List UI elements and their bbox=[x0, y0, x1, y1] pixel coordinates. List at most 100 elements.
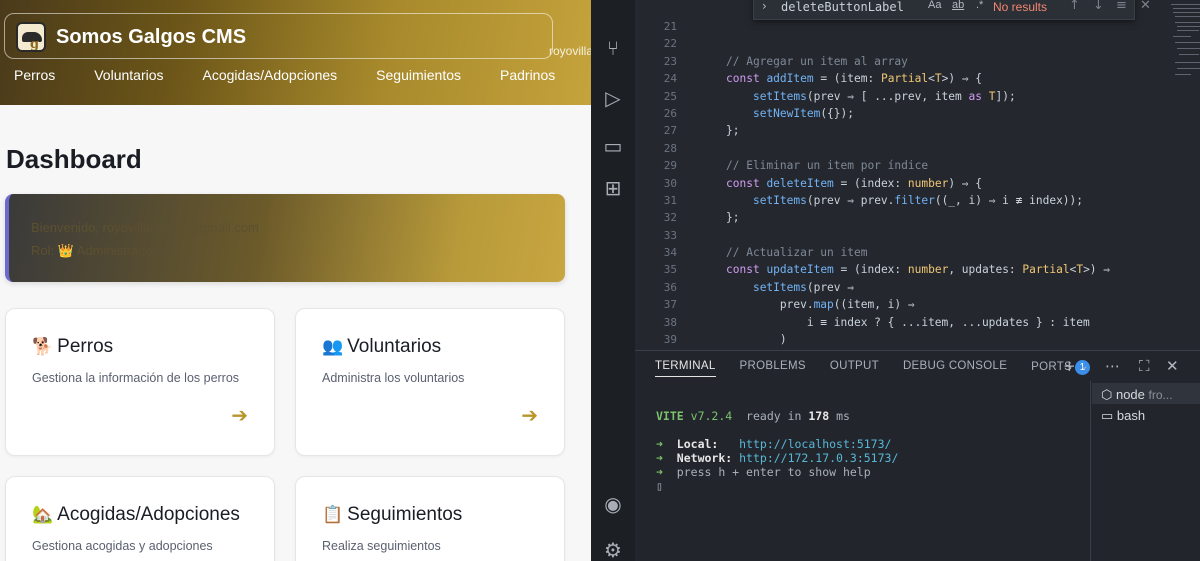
card-description: Gestiona acogidas y adopciones bbox=[32, 539, 213, 553]
welcome-greeting: Bienvenido, royovillanova.r@gmail.com bbox=[31, 220, 259, 235]
regex-toggle[interactable]: .* bbox=[976, 0, 983, 11]
network-label: Network: bbox=[676, 451, 733, 465]
more-actions-icon[interactable]: ⋯ bbox=[1105, 357, 1120, 375]
card-title-text: Acogidas/Adopciones bbox=[57, 504, 240, 525]
nav-seguimientos[interactable]: Seguimientos bbox=[376, 67, 461, 83]
line-number: 37 bbox=[663, 298, 677, 312]
code-line: }; bbox=[726, 211, 740, 225]
next-match-icon[interactable]: ↓ bbox=[1093, 0, 1104, 13]
arrow-right-icon[interactable]: ➔ bbox=[521, 403, 538, 427]
code-line: const updateItem = (index: number, updat… bbox=[726, 263, 1111, 277]
tab-output[interactable]: OUTPUT bbox=[830, 360, 879, 377]
line-number: 33 bbox=[663, 228, 677, 242]
close-panel-icon[interactable]: ✕ bbox=[1166, 357, 1179, 375]
code-lines: // Agregar un item al array const addIte… bbox=[726, 18, 1110, 350]
brand-title[interactable]: Somos Galgos CMS bbox=[56, 26, 246, 49]
ready-text: ready in bbox=[746, 409, 802, 423]
card-title: 📋 Seguimientos bbox=[322, 504, 462, 526]
minimap[interactable] bbox=[1171, 0, 1200, 80]
terminal-item-node[interactable]: ⬡ node fro... bbox=[1101, 387, 1173, 403]
bottom-panel: TERMINAL PROBLEMS OUTPUT DEBUG CONSOLE P… bbox=[635, 350, 1200, 561]
source-control-icon[interactable]: ⑂ bbox=[601, 36, 625, 60]
tab-problems[interactable]: PROBLEMS bbox=[740, 360, 806, 377]
line-number: 23 bbox=[663, 54, 677, 68]
code-line: ) bbox=[726, 333, 787, 347]
terminal-list: ⬡ node fro... ▭ bash bbox=[1090, 381, 1200, 561]
ready-ms: 178 bbox=[808, 409, 830, 423]
find-widget[interactable]: › deleteButtonLabel Aa ab .* No results … bbox=[753, 0, 1151, 20]
terminal-item-label: bash bbox=[1116, 408, 1146, 423]
terminal-item-label: node bbox=[1115, 387, 1145, 402]
toggle-replace-icon[interactable]: › bbox=[762, 0, 767, 13]
line-number: 31 bbox=[663, 193, 677, 207]
terminal-item-bash[interactable]: ▭ bash bbox=[1101, 408, 1145, 424]
line-number: 29 bbox=[663, 159, 677, 173]
close-icon[interactable]: ✕ bbox=[1140, 0, 1151, 13]
maximize-panel-icon[interactable]: ⛶ bbox=[1139, 357, 1150, 375]
run-debug-icon[interactable]: ▷ bbox=[601, 86, 625, 110]
logo-letter: g bbox=[30, 37, 40, 52]
card-voluntarios[interactable]: 👥 Voluntarios Administra los voluntarios … bbox=[295, 308, 565, 456]
chevron-down-icon[interactable]: ⌄ bbox=[1080, 361, 1088, 372]
card-title-text: Perros bbox=[57, 336, 114, 357]
card-title: 👥 Voluntarios bbox=[322, 336, 441, 358]
line-number: 39 bbox=[663, 333, 677, 347]
tab-terminal[interactable]: TERMINAL bbox=[655, 360, 716, 377]
match-case-toggle[interactable]: Aa bbox=[928, 0, 941, 11]
card-title-text: Voluntarios bbox=[347, 336, 442, 357]
previous-match-icon[interactable]: ↑ bbox=[1069, 0, 1080, 13]
card-seguimientos[interactable]: 📋 Seguimientos Realiza seguimientos bbox=[295, 476, 565, 561]
code-line: const deleteItem = (index: number) ⇒ { bbox=[726, 176, 982, 190]
extensions-icon[interactable]: ⊞ bbox=[601, 176, 625, 200]
line-number: 34 bbox=[663, 246, 677, 260]
tab-debug-console[interactable]: DEBUG CONSOLE bbox=[903, 360, 1007, 377]
terminal-line: VITE v7.2.4 ready in 178 ms bbox=[656, 409, 1086, 423]
nav-perros[interactable]: Perros bbox=[14, 67, 55, 83]
arrow-right-icon[interactable]: ➔ bbox=[231, 403, 248, 427]
code-line: // Actualizar un item bbox=[726, 246, 868, 260]
dog-icon: 🐕 bbox=[32, 337, 54, 357]
card-description: Administra los voluntarios bbox=[322, 371, 465, 385]
welcome-banner: Bienvenido, royovillanova.r@gmail.com Ro… bbox=[5, 194, 565, 282]
code-line: setItems(prev ⇒ [ ...prev, item as T]); bbox=[752, 89, 1016, 103]
local-url-link[interactable]: http://localhost:5173/ bbox=[739, 437, 891, 451]
network-url-link[interactable]: http://172.17.0.3:5173/ bbox=[739, 451, 898, 465]
nav-acogidas-adopciones[interactable]: Acogidas/Adopciones bbox=[203, 67, 338, 83]
code-line: const addItem = (item: Partial<T>) ⇒ { bbox=[726, 72, 983, 86]
line-number: 25 bbox=[663, 89, 677, 103]
card-perros[interactable]: 🐕 Perros Gestiona la información de los p… bbox=[5, 308, 275, 456]
somos-galgos-logo[interactable]: g bbox=[16, 22, 46, 52]
card-title: 🐕 Perros bbox=[32, 336, 113, 358]
nav-voluntarios[interactable]: Voluntarios bbox=[94, 67, 163, 83]
remote-explorer-icon[interactable]: ▭ bbox=[601, 134, 625, 158]
card-acogidas-adopciones[interactable]: 🏡 Acogidas/Adopciones Gestiona acogidas y… bbox=[5, 476, 275, 561]
find-result-count: No results bbox=[993, 0, 1048, 14]
line-number: 28 bbox=[663, 141, 677, 155]
terminal-line: ➜ Local: http://localhost:5173/ bbox=[656, 437, 892, 451]
line-number: 26 bbox=[663, 106, 677, 120]
user-email-truncated: royovilla bbox=[549, 44, 591, 58]
account-icon[interactable]: ◉ bbox=[601, 492, 625, 516]
nav-padrinos[interactable]: Padrinos bbox=[500, 67, 555, 83]
terminal-icon: ▭ bbox=[1101, 408, 1117, 423]
line-number: 22 bbox=[663, 37, 677, 51]
code-line: setItems(prev ⇒ prev.filter((_, i) ⇒ i ≢… bbox=[752, 193, 1084, 207]
whole-word-toggle[interactable]: ab bbox=[952, 0, 964, 11]
gear-icon[interactable]: ⚙ bbox=[601, 538, 625, 561]
cms-browser-pane: g Somos Galgos CMS royovilla Perros Volu… bbox=[0, 0, 591, 561]
page-title: Dashboard bbox=[6, 144, 142, 174]
terminal-output[interactable]: VITE v7.2.4 ready in 178 ms ➜ Local: htt… bbox=[656, 409, 1086, 493]
find-input[interactable]: deleteButtonLabel bbox=[781, 0, 904, 14]
vscode-window: ⑂ ▷ ▭ ⊞ ◉ ⚙ 21 22 23 24 25 26 27 28 29 3… bbox=[591, 0, 1200, 561]
new-terminal-icon[interactable]: + bbox=[1063, 357, 1076, 375]
cube-icon: ⬡ bbox=[1101, 387, 1116, 402]
card-title: 🏡 Acogidas/Adopciones bbox=[32, 504, 240, 526]
terminal-line: ➜ Network: http://172.17.0.3:5173/ bbox=[656, 451, 899, 465]
code-editor[interactable]: 21 22 23 24 25 26 27 28 29 30 31 32 33 3… bbox=[635, 0, 1200, 350]
find-in-selection-icon[interactable]: ≡ bbox=[1116, 0, 1127, 13]
